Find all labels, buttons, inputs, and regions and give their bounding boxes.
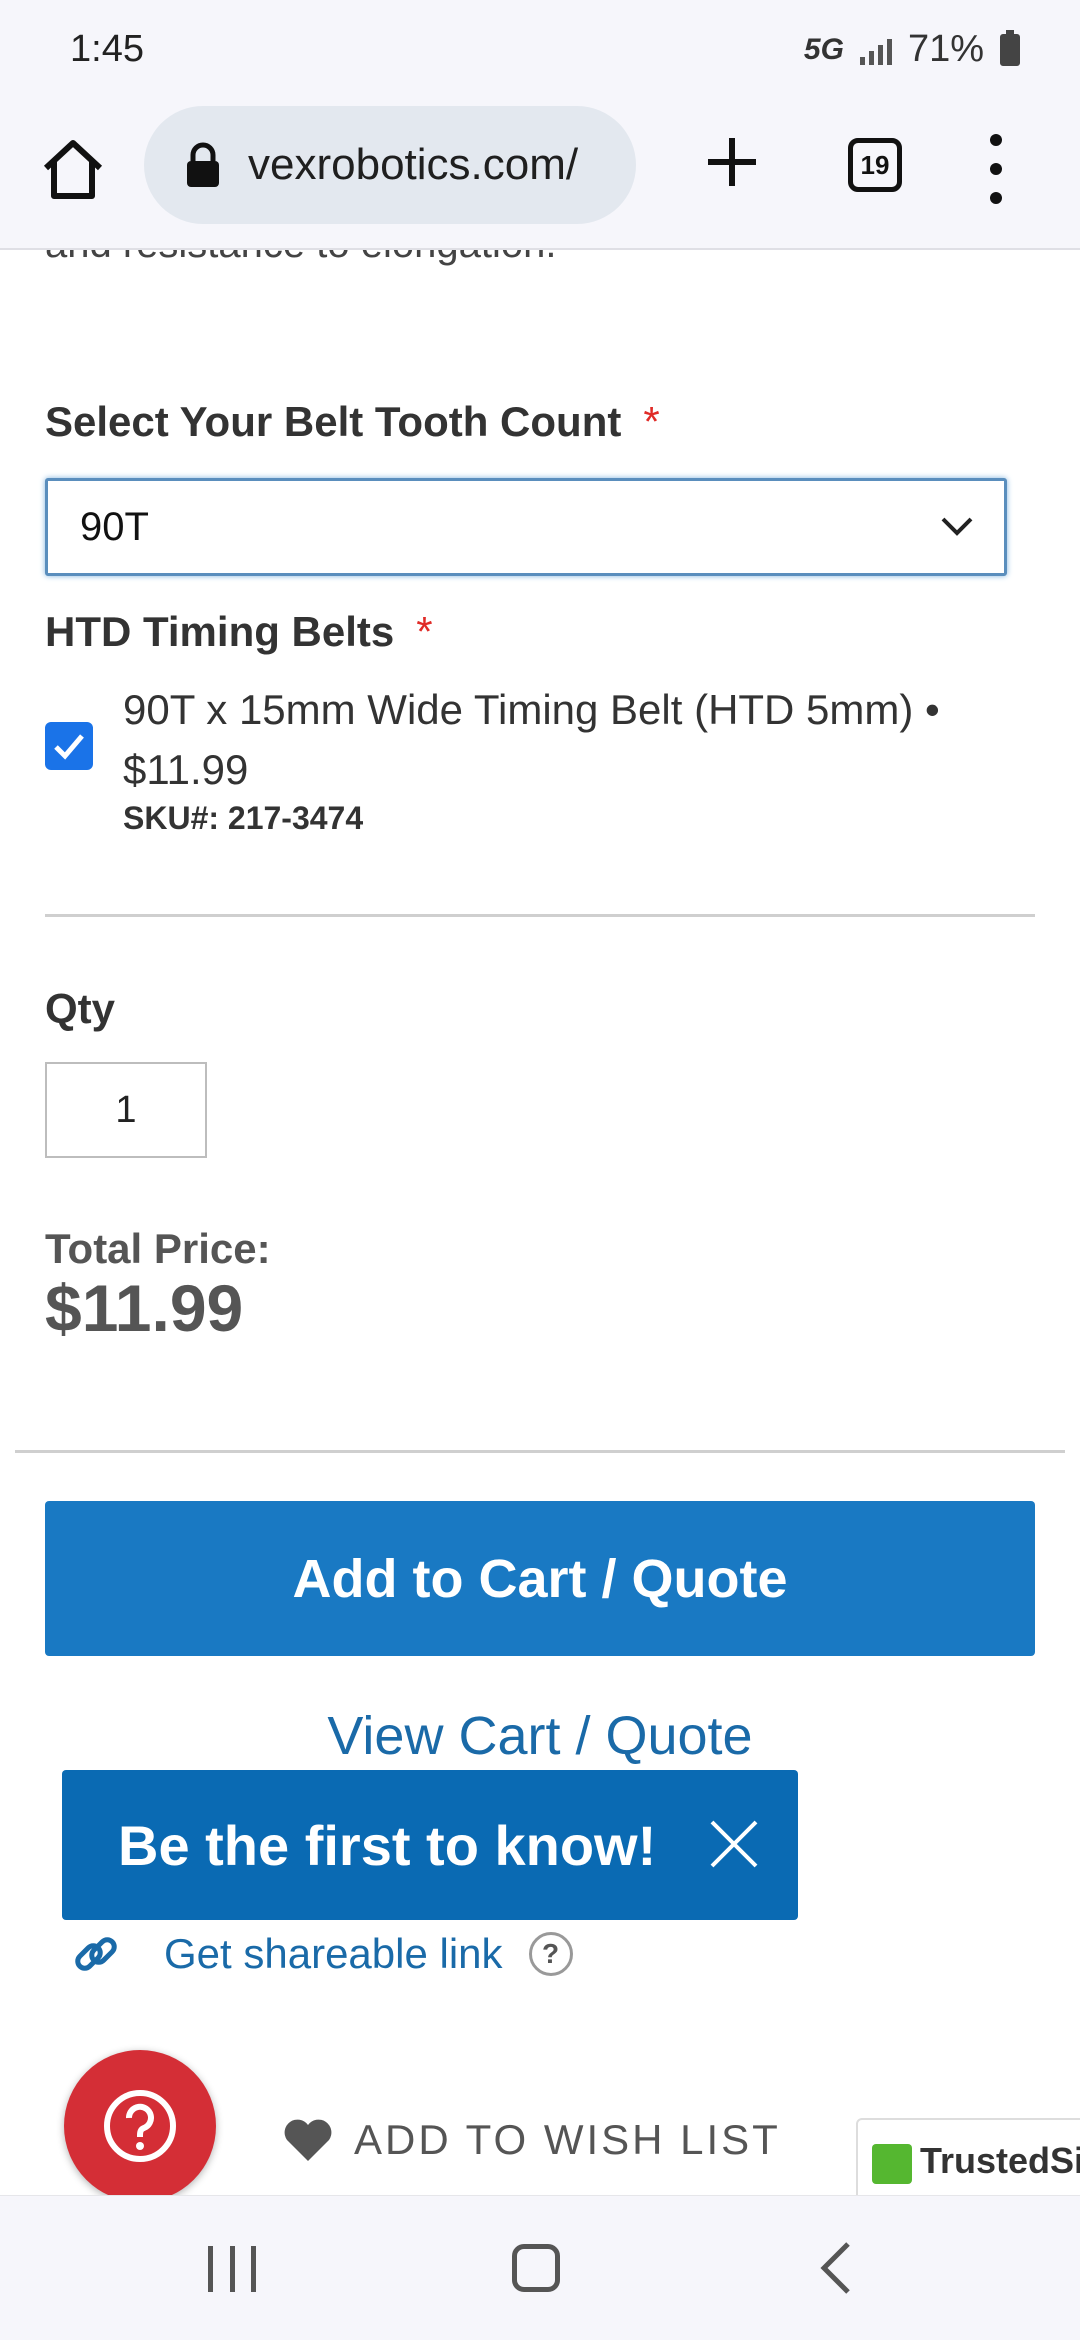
- url-text: vexrobotics.com/: [248, 140, 579, 189]
- belts-label-text: HTD Timing Belts: [45, 608, 395, 655]
- system-nav-bar: [0, 2195, 1080, 2340]
- share-link-row[interactable]: Get shareable link ?: [72, 1930, 573, 1978]
- belt-sku: SKU#: 217-3474: [123, 800, 364, 836]
- banner-text: Be the first to know!: [118, 1813, 657, 1877]
- more-vert-icon[interactable]: [976, 134, 1016, 204]
- divider: [15, 1450, 1065, 1453]
- total-price-value: $11.99: [45, 1271, 244, 1345]
- tooth-count-select[interactable]: 90T: [45, 478, 1007, 576]
- chevron-down-icon: [941, 517, 973, 536]
- required-mark: *: [416, 608, 433, 655]
- check-icon: [872, 2144, 912, 2184]
- home-icon[interactable]: [38, 134, 108, 204]
- battery-icon: [1000, 29, 1020, 66]
- battery-level: 71%: [907, 28, 984, 70]
- signal-icon: [859, 35, 892, 65]
- close-icon[interactable]: [708, 1818, 760, 1870]
- qty-label: Qty: [45, 985, 116, 1032]
- view-cart-link[interactable]: View Cart / Quote: [0, 1705, 1080, 1767]
- divider: [45, 914, 1035, 917]
- status-time: 1:45: [70, 28, 144, 70]
- lock-icon: [187, 142, 219, 187]
- new-tab-button[interactable]: [700, 130, 764, 194]
- tooth-count-label-text: Select Your Belt Tooth Count: [45, 398, 622, 445]
- recent-apps-icon[interactable]: [208, 2246, 256, 2292]
- help-icon: [104, 2090, 176, 2162]
- status-bar: 1:45 5G 71%: [0, 0, 1080, 100]
- browser-toolbar: vexrobotics.com/ 19: [0, 100, 1080, 250]
- trusted-site-text: TrustedSite: [920, 2140, 1080, 2181]
- help-icon[interactable]: ?: [528, 1932, 573, 1976]
- qty-input[interactable]: 1: [45, 1062, 207, 1158]
- home-nav-icon[interactable]: [512, 2244, 560, 2292]
- wishlist-text: ADD TO WISH LIST: [354, 2116, 781, 2163]
- tooth-count-label: Select Your Belt Tooth Count *: [45, 398, 660, 446]
- trusted-site-badge[interactable]: TrustedSite: [856, 2118, 1080, 2195]
- add-to-cart-button[interactable]: Add to Cart / Quote: [45, 1501, 1035, 1656]
- help-button[interactable]: [64, 2050, 216, 2195]
- add-to-wishlist[interactable]: ADD TO WISH LIST: [282, 2116, 781, 2164]
- back-icon[interactable]: [818, 2240, 854, 2296]
- heart-icon: [284, 2119, 332, 2161]
- check-icon: [54, 734, 84, 760]
- page-content: and resistance to elongation. Select You…: [0, 250, 1080, 2195]
- status-indicators: 5G 71%: [804, 28, 1020, 71]
- belts-label: HTD Timing Belts *: [45, 608, 433, 656]
- url-bar[interactable]: vexrobotics.com/: [144, 106, 636, 224]
- total-price-label: Total Price:: [45, 1225, 271, 1272]
- tooth-count-selected: 90T: [80, 504, 149, 549]
- description-text: and resistance to elongation.: [45, 250, 556, 267]
- tabs-button[interactable]: 19: [848, 138, 902, 192]
- required-mark: *: [643, 398, 660, 445]
- plus-icon: [708, 138, 756, 186]
- belt-option-text: 90T x 15mm Wide Timing Belt (HTD 5mm) • …: [123, 686, 940, 793]
- notification-banner[interactable]: Be the first to know!: [62, 1770, 798, 1920]
- network-type: 5G: [803, 32, 844, 66]
- belt-checkbox[interactable]: [45, 722, 93, 770]
- link-icon: [75, 1937, 117, 1971]
- share-link-text[interactable]: Get shareable link: [164, 1930, 503, 1978]
